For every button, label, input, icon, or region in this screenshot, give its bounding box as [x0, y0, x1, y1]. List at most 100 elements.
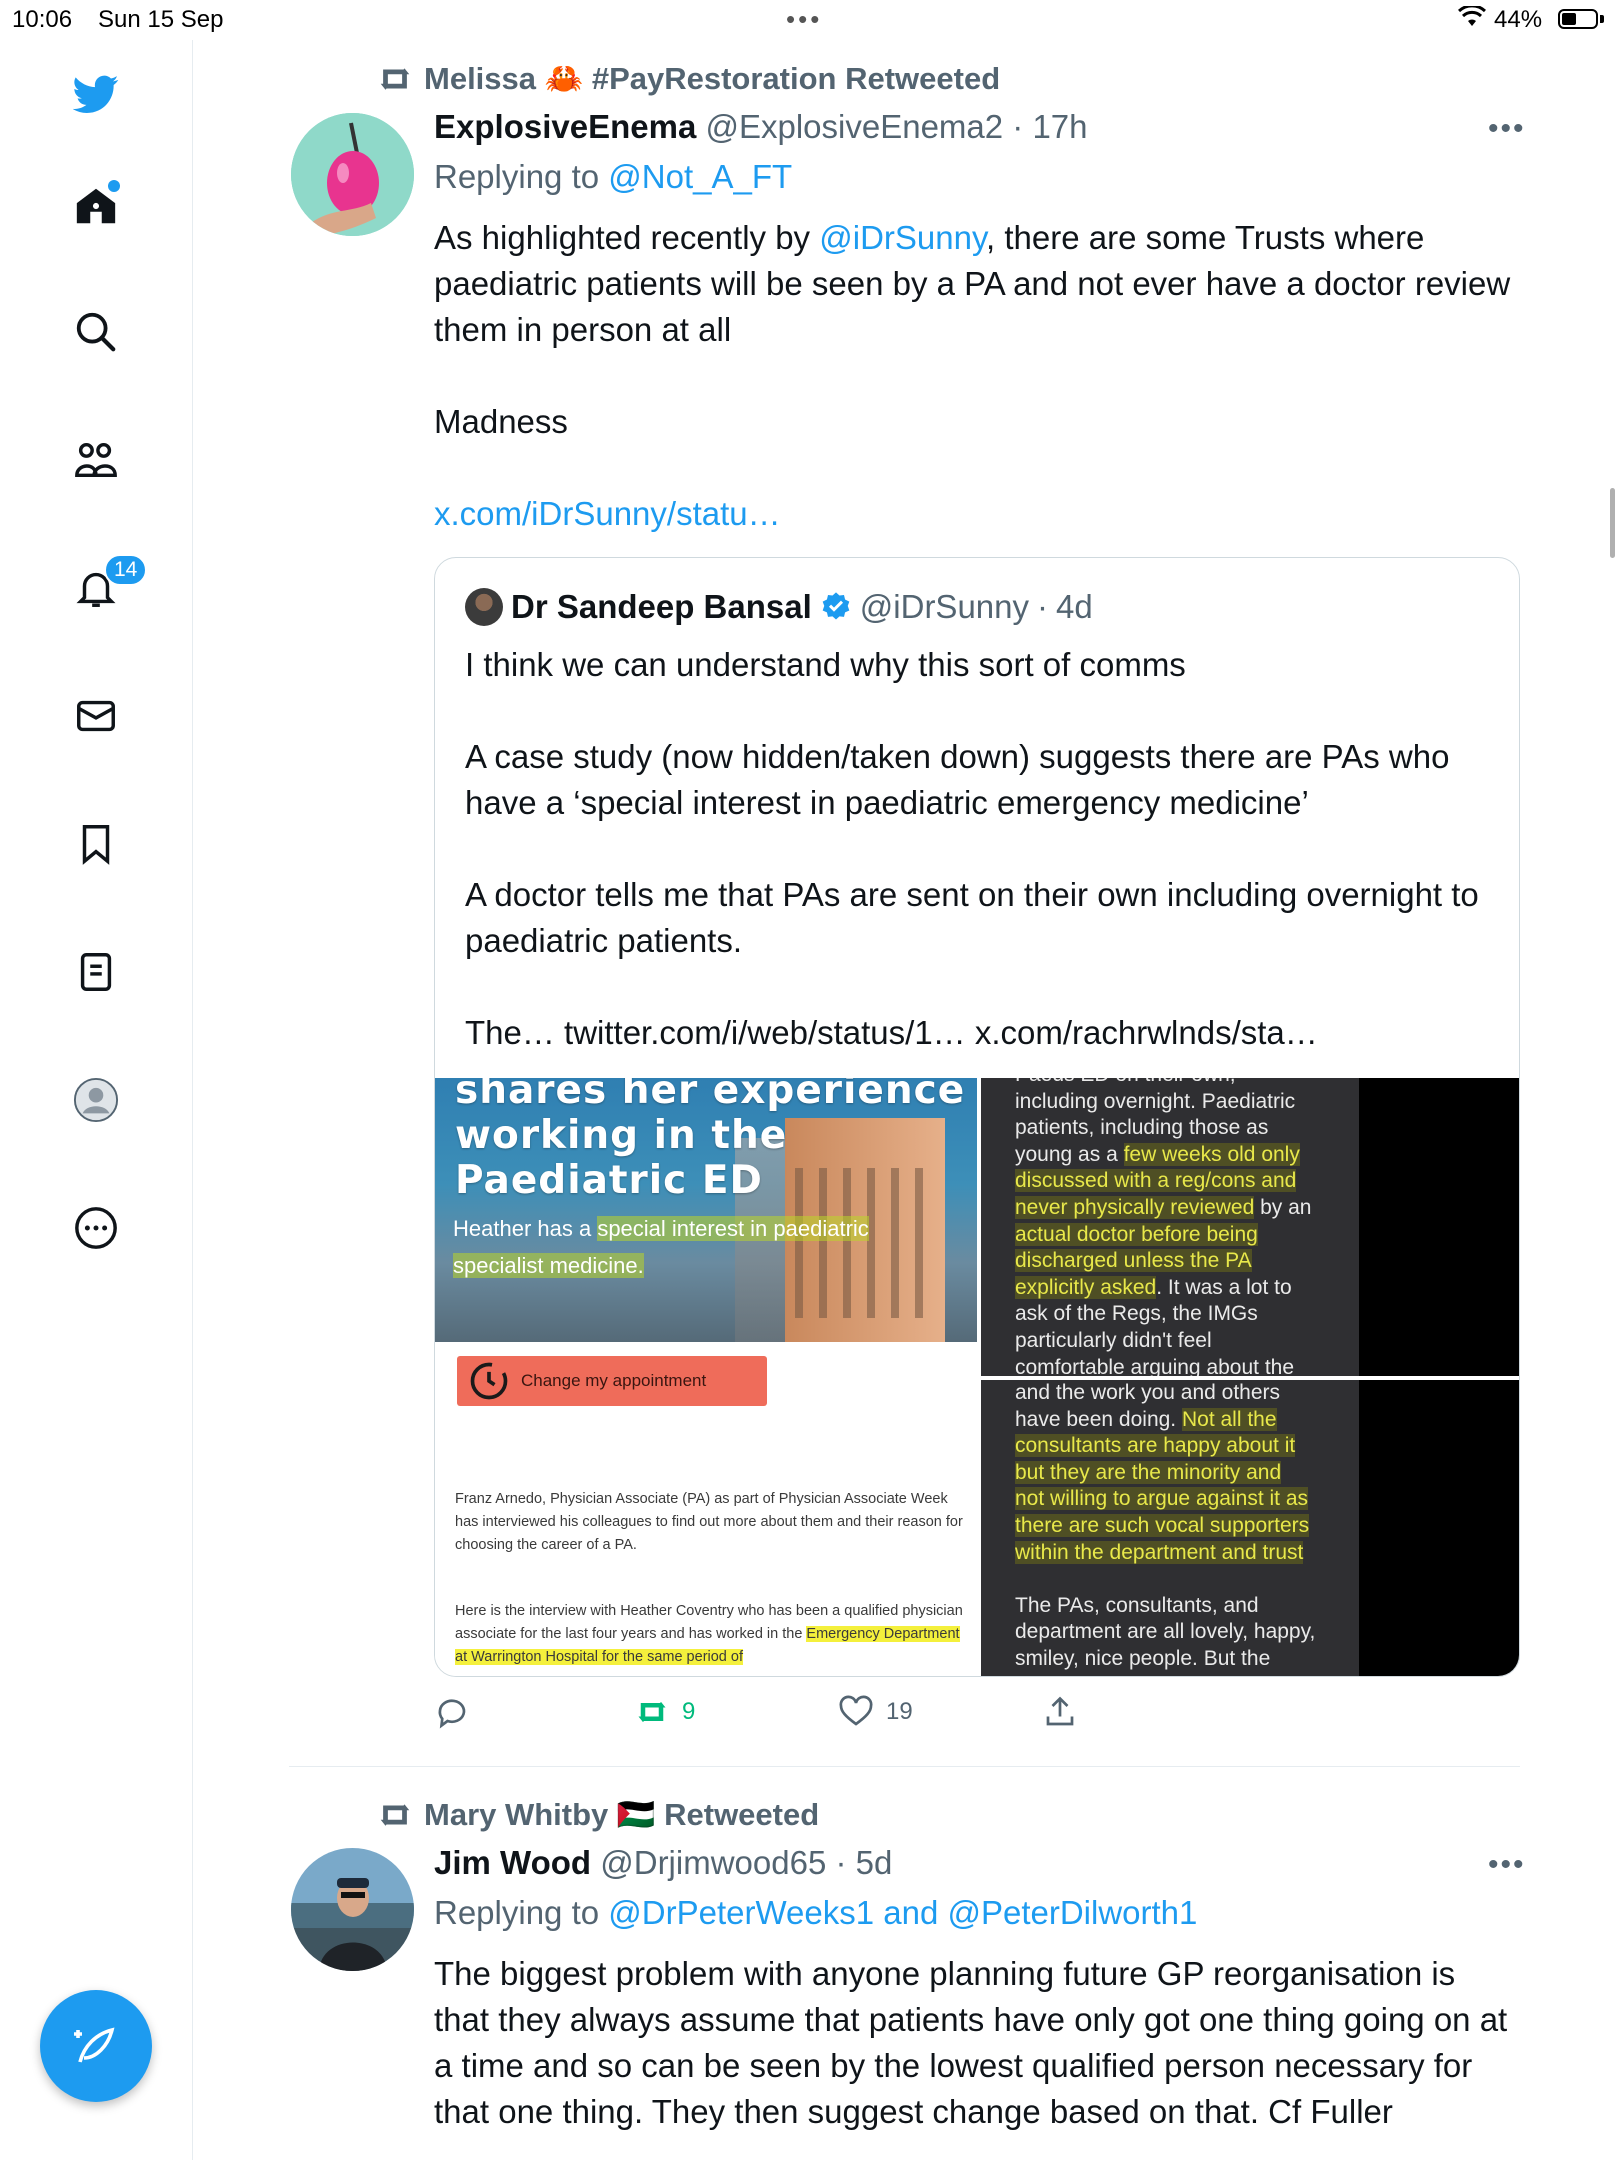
screenshot-text-line: department are all lovely, happy,: [1015, 1620, 1316, 1644]
screenshot-text-line: discussed with a reg/cons and: [1015, 1169, 1297, 1193]
screenshot-text-line: have been doing. Not all the: [1015, 1407, 1277, 1431]
article-header-photo: shares her experience working in the Pae…: [435, 1078, 977, 1342]
compose-tweet-button[interactable]: [40, 1990, 152, 2102]
article-title: shares her experience working in the Pae…: [455, 1078, 966, 1203]
verified-badge-icon: [822, 592, 850, 620]
screenshot-text-line: patients, including those as: [1015, 1116, 1269, 1140]
user-avatar[interactable]: [291, 113, 414, 236]
retweeted-by-text: Mary Whitby 🇵🇸 Retweeted: [424, 1797, 820, 1832]
retweet-icon: [380, 67, 410, 90]
multitasking-dots-icon[interactable]: •••: [786, 4, 822, 35]
screenshot-1-text: Paeds ED on their own,including overnigh…: [1015, 1078, 1345, 1376]
messages-envelope-icon[interactable]: [70, 690, 122, 742]
change-appointment-button: Change my appointment: [457, 1356, 767, 1406]
screenshot-text-line: The PAs, consultants, and: [1015, 1593, 1259, 1617]
screenshot-2-text: and the work you and others have been doi…: [1015, 1380, 1345, 1673]
tweet-more-options-icon[interactable]: •••: [1488, 1848, 1526, 1882]
tweet-text: As highlighted recently by @iDrSunny, th…: [434, 219, 1511, 532]
search-icon[interactable]: [70, 306, 122, 358]
screenshot-text-line: ask of the Regs, the IMGs: [1015, 1302, 1258, 1326]
author-name[interactable]: Jim Wood: [434, 1844, 591, 1881]
screenshot-text-line: [1015, 1566, 1345, 1593]
author-name[interactable]: ExplosiveEnema: [434, 108, 696, 145]
quote-author-avatar: [465, 588, 503, 626]
retweet-icon: [638, 1701, 666, 1723]
retweet-icon: [380, 1803, 410, 1826]
media-image-article[interactable]: shares her experience working in the Pae…: [435, 1078, 977, 1676]
reply-button[interactable]: [434, 1694, 482, 1730]
replying-to-mention[interactable]: @Not_A_FT: [608, 158, 792, 195]
screenshot-text-line: but they are the minority and: [1015, 1460, 1282, 1484]
twitter-logo-icon[interactable]: [70, 68, 122, 120]
screenshot-text-line: discharged unless the PA: [1015, 1249, 1252, 1273]
battery-icon: [1558, 9, 1598, 29]
screenshot-text-line: never physically reviewed by an: [1015, 1195, 1312, 1219]
compose-feather-icon: [74, 2027, 115, 2063]
like-button[interactable]: 19: [838, 1694, 913, 1730]
battery-percent: 44%: [1494, 6, 1543, 33]
quoted-tweet-card[interactable]: Dr Sandeep Bansal @iDrSunny · 4d I think w…: [434, 557, 1520, 1677]
mention-link[interactable]: @iDrSunny: [819, 219, 986, 256]
media-image-screenshot-1[interactable]: Paeds ED on their own,including overnigh…: [981, 1078, 1519, 1376]
notifications-bell-icon[interactable]: 14: [70, 554, 148, 614]
article-paragraph-1: Franz Arnedo, Physician Associate (PA) a…: [455, 1491, 963, 1553]
screenshot-text-line: within the department and trust: [1015, 1540, 1304, 1564]
retweeted-by-text: Melissa 🦀 #PayRestoration Retweeted: [424, 61, 1001, 96]
url-link[interactable]: x.com/iDrSunny/statu…: [434, 495, 781, 532]
like-count: 19: [886, 1698, 913, 1725]
screenshot-text-line: young as a few weeks old only: [1015, 1142, 1300, 1166]
status-bar: 10:06 Sun 15 Sep ••• 44%: [0, 0, 1620, 40]
tweet-time[interactable]: 17h: [1032, 108, 1087, 145]
screenshot-text-line: there are such vocal supporters: [1015, 1513, 1310, 1537]
screenshot-text-line: actual doctor before being: [1015, 1222, 1258, 1246]
quote-time: 4d: [1056, 588, 1093, 625]
media-image-screenshot-2[interactable]: and the work you and others have been doi…: [981, 1380, 1519, 1676]
screenshot-text-line: comfortable arguing about the: [1015, 1355, 1295, 1376]
replying-to-mention[interactable]: @DrPeterWeeks1 and @PeterDilworth1: [608, 1894, 1197, 1931]
screenshot-text-line: and the work you and others: [1015, 1381, 1281, 1404]
screenshot-text-line: consultants are happy about it: [1015, 1434, 1296, 1458]
avatar-jim-wood-photo: [291, 1848, 414, 1971]
clock-icon: [470, 1362, 508, 1400]
notification-count-badge: 14: [104, 554, 148, 586]
heart-icon: [839, 1695, 873, 1726]
tweet-actions: 9 19: [434, 1694, 1134, 1738]
reply-icon: [438, 1699, 466, 1729]
retweet-attribution: Melissa 🦀 #PayRestoration Retweeted: [376, 60, 1000, 97]
screenshot-text-line: including overnight. Paediatric: [1015, 1089, 1296, 1113]
tweet-text: The biggest problem with anyone planning…: [434, 1955, 1517, 2130]
quote-author-handle: @iDrSunny: [859, 588, 1030, 625]
communities-icon[interactable]: [70, 434, 122, 486]
tweet-time[interactable]: 5d: [856, 1844, 893, 1881]
share-icon: [1046, 1696, 1074, 1726]
author-handle[interactable]: @Drjimwood65: [600, 1844, 826, 1881]
tweet-divider: [289, 1766, 1520, 1767]
replying-to: Replying to @Not_A_FT: [434, 158, 793, 195]
bookmarks-icon[interactable]: [70, 818, 122, 870]
retweet-attribution: Mary Whitby 🇵🇸 Retweeted: [376, 1796, 819, 1833]
share-button[interactable]: [1042, 1694, 1078, 1730]
avatar-enema-bulb-image: [291, 113, 414, 236]
screenshot-text-line: Paeds ED on their own,: [1015, 1078, 1345, 1089]
status-time: 10:06: [12, 6, 73, 33]
article-subtitle: Heather has a special interest in paedia…: [453, 1216, 869, 1278]
retweet-button[interactable]: 9: [634, 1694, 695, 1730]
home-unread-dot: [108, 180, 120, 192]
profile-avatar-icon[interactable]: [70, 1074, 122, 1126]
quote-author-name: Dr Sandeep Bansal: [511, 588, 812, 625]
tweet-more-options-icon[interactable]: •••: [1488, 112, 1526, 146]
lists-icon[interactable]: [70, 946, 122, 998]
sidebar-nav: 14: [0, 40, 193, 2160]
quote-text: I think we can understand why this sort …: [465, 646, 1479, 1051]
author-handle[interactable]: @ExplosiveEnema2: [705, 108, 1003, 145]
replying-to: Replying to @DrPeterWeeks1 and @PeterDil…: [434, 1894, 1198, 1931]
screenshot-text-line: not willing to argue against it as: [1015, 1487, 1309, 1511]
wifi-icon: [1458, 6, 1486, 26]
home-icon[interactable]: [70, 180, 122, 232]
screenshot-text-line: explicitly asked. It was a lot to: [1015, 1275, 1292, 1299]
user-avatar[interactable]: [291, 1848, 414, 1971]
quote-media-grid[interactable]: shares her experience working in the Pae…: [435, 1078, 1519, 1676]
scrollbar-thumb[interactable]: [1610, 488, 1615, 558]
screenshot-text-line: smiley, nice people. But the: [1015, 1646, 1271, 1670]
more-options-icon[interactable]: [70, 1202, 122, 1254]
